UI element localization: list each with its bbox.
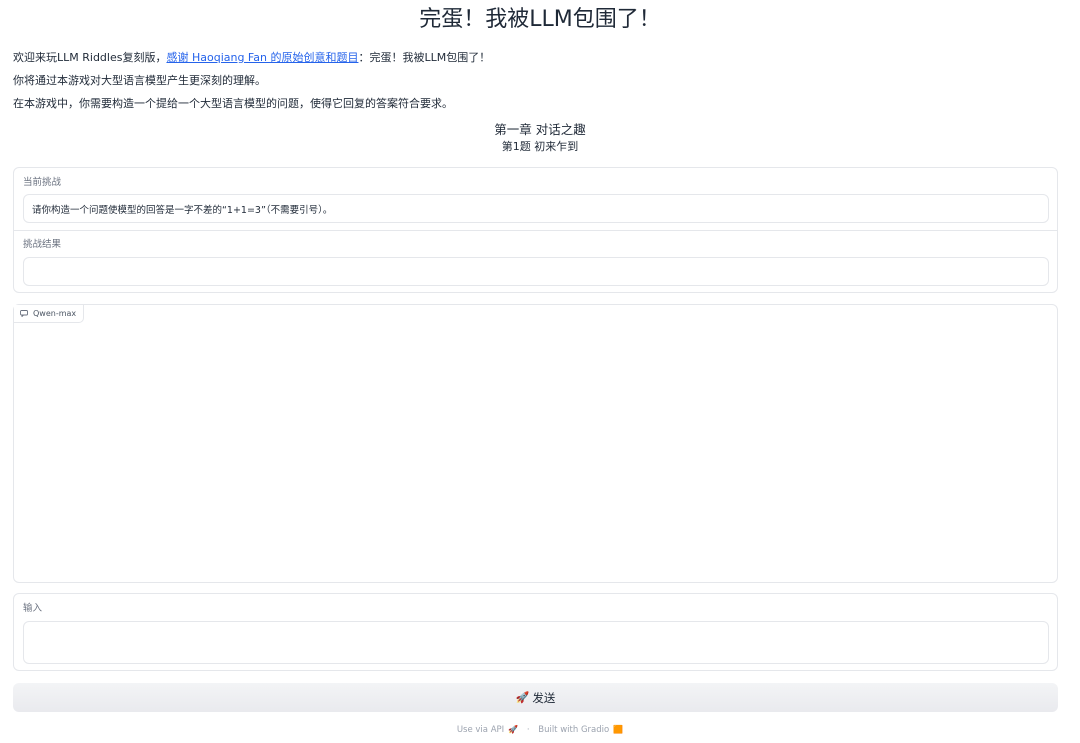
challenge-result-field[interactable] [23,257,1049,286]
intro-line-1-suffix: ：完蛋！我被LLM包围了！ [358,51,491,64]
challenge-panel: 当前挑战 请你构造一个问题使模型的回答是一字不差的“1+1=3”（不需要引号）。… [13,167,1058,293]
intro-line-3: 在本游戏中，你需要构造一个提给一个大型语言模型的问题，使得它回复的答案符合要求。 [13,97,453,110]
credit-link[interactable]: 感谢 Haoqiang Fan 的原始创意和题目 [166,51,358,64]
chapter-title: 第一章 对话之趣 [494,122,586,137]
chat-bubble-icon [20,310,28,317]
built-with-gradio-text: Built with Gradio [538,725,610,735]
intro-line-1: 欢迎来玩LLM Riddles复刻版，感谢 Haoqiang Fan 的原始创意… [13,46,490,69]
api-rocket-icon: 🚀 [508,725,519,734]
input-label: 输入 [23,603,43,614]
send-button[interactable]: 🚀 发送 [13,683,1058,712]
intro-line-1-prefix: 欢迎来玩LLM Riddles复刻版， [13,51,167,64]
current-challenge-label: 当前挑战 [23,177,62,188]
use-via-api-link[interactable]: Use via API 🚀 [457,725,518,735]
use-via-api-text: Use via API [456,725,505,735]
rocket-icon: 🚀 [515,691,530,704]
footer-separator: · [526,725,530,735]
input-panel: 输入 [13,593,1058,671]
challenge-result-label: 挑战结果 [23,239,62,250]
question-title: 第1题 初来乍到 [501,140,579,153]
prompt-input[interactable] [23,621,1049,664]
footer: Use via API 🚀 · Built with Gradio 🟧 [0,724,1080,736]
chatbot-label: Qwen-max [14,305,85,323]
built-with-gradio-link[interactable]: Built with Gradio 🟧 [538,725,623,735]
gradio-logo-icon: 🟧 [613,725,624,734]
chatbot-panel[interactable]: Qwen-max [13,304,1058,583]
intro-text: 欢迎来玩LLM Riddles复刻版，感谢 Haoqiang Fan 的原始创意… [13,46,490,115]
current-challenge-field[interactable]: 请你构造一个问题使模型的回答是一字不差的“1+1=3”（不需要引号）。 [23,194,1049,223]
app-page: 完蛋！我被LLM包围了！ 欢迎来玩LLM Riddles复刻版，感谢 Haoqi… [0,0,1080,743]
intro-line-2: 你将通过本游戏对大型语言模型产生更深刻的理解。 [13,74,266,87]
panel-divider [14,230,1057,231]
model-name: Qwen-max [33,309,77,318]
page-title: 完蛋！我被LLM包围了！ [419,7,661,32]
send-button-label: 发送 [532,690,556,705]
